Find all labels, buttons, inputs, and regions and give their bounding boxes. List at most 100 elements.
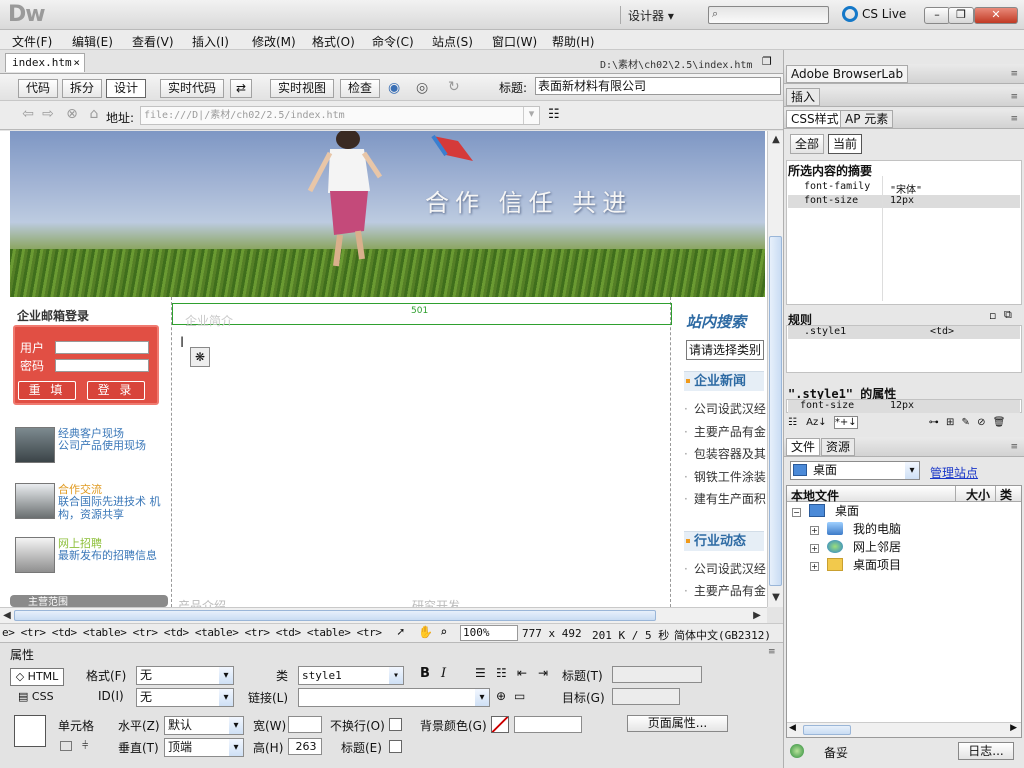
- ordered-list-icon[interactable]: ☷: [496, 666, 507, 680]
- stop-icon[interactable]: ⊗: [64, 106, 80, 122]
- promo-item[interactable]: 合作交流 联合国际先进技术 机构，资源共享: [15, 479, 167, 525]
- address-input[interactable]: file:///D|/素材/ch02/2.5/index.htm: [140, 106, 540, 125]
- css-mode-button[interactable]: ▤ CSS: [18, 690, 54, 703]
- menu-insert[interactable]: 插入(I): [192, 33, 229, 50]
- alpha-sort-icon[interactable]: Az↓: [806, 417, 826, 428]
- industry-item[interactable]: 公司设武汉经: [684, 560, 768, 577]
- location-select[interactable]: 桌面: [790, 461, 920, 480]
- bgcolor-input[interactable]: [514, 716, 582, 733]
- id-select[interactable]: 无: [136, 688, 234, 707]
- tab-all[interactable]: 全部: [790, 134, 825, 154]
- merge-cells-icon[interactable]: [60, 741, 72, 751]
- tag-selector[interactable]: e> <tr> <td> <table> <tr> <td> <table> <…: [2, 626, 387, 639]
- format-select[interactable]: 无: [136, 666, 234, 685]
- column-local-files[interactable]: 本地文件: [791, 487, 839, 504]
- globe-icon[interactable]: ◉: [388, 80, 400, 96]
- expand-icon[interactable]: +: [810, 526, 819, 535]
- tree-node[interactable]: − 桌面: [792, 503, 859, 520]
- image-placeholder-icon[interactable]: ❋: [190, 347, 210, 367]
- menu-view[interactable]: 查看(V): [132, 33, 174, 50]
- news-item[interactable]: 主要产品有金: [684, 423, 768, 440]
- menu-window[interactable]: 窗口(W): [492, 33, 537, 50]
- news-item[interactable]: 建有生产面积: [684, 490, 768, 507]
- menu-edit[interactable]: 编辑(E): [72, 33, 113, 50]
- pointer-tool-icon[interactable]: ➚: [397, 625, 404, 639]
- menu-commands[interactable]: 命令(C): [372, 33, 414, 50]
- menu-modify[interactable]: 修改(M): [252, 33, 296, 50]
- column-type[interactable]: 类型: [995, 486, 1023, 502]
- expand-icon[interactable]: +: [810, 544, 819, 553]
- connect-icon[interactable]: [790, 744, 804, 758]
- header-checkbox[interactable]: [389, 740, 402, 753]
- close-button[interactable]: ✕: [974, 7, 1018, 24]
- design-view[interactable]: 合作 信任 共进 企业邮箱登录 用户 密码 重 填 登 录 经典客户现场 公司产…: [0, 131, 768, 607]
- chevron-down-icon[interactable]: ▾: [523, 107, 539, 124]
- window-size[interactable]: 777 x 492: [522, 627, 582, 640]
- user-input[interactable]: [55, 341, 149, 354]
- help-search-input[interactable]: ⌕: [708, 6, 829, 24]
- cs-live-button[interactable]: CS Live: [842, 6, 906, 22]
- horizontal-select[interactable]: 默认: [164, 716, 244, 735]
- tab-browserlab[interactable]: Adobe BrowserLab: [786, 65, 909, 83]
- restore-button[interactable]: ❐: [948, 7, 974, 24]
- options-menu-icon[interactable]: ☷: [548, 107, 560, 122]
- tree-node[interactable]: + 我的电脑: [810, 521, 901, 538]
- height-input[interactable]: 263: [288, 738, 322, 755]
- title-input[interactable]: 表面新材料有限公司: [535, 77, 781, 95]
- promo-item[interactable]: 经典客户现场 公司产品使用现场: [15, 423, 167, 469]
- panel-menu-icon[interactable]: ≡: [1010, 92, 1018, 102]
- show-cascade-icon[interactable]: ▫: [989, 309, 996, 322]
- menu-format[interactable]: 格式(O): [312, 33, 355, 50]
- vertical-select[interactable]: 顶端: [164, 738, 244, 757]
- scroll-thumb[interactable]: [803, 725, 851, 735]
- live-code-button[interactable]: 实时代码: [160, 79, 224, 98]
- outdent-icon[interactable]: ⇤: [517, 666, 527, 680]
- indent-icon[interactable]: ⇥: [538, 666, 548, 680]
- trash-icon[interactable]: 🗑: [993, 417, 1006, 428]
- password-input[interactable]: [55, 359, 149, 372]
- nowrap-checkbox[interactable]: [389, 718, 402, 731]
- panel-menu-icon[interactable]: ≡: [1010, 69, 1018, 79]
- panel-menu-icon[interactable]: ≡: [1010, 114, 1018, 124]
- scroll-left-icon[interactable]: ◀: [789, 723, 796, 733]
- file-tree-hscrollbar[interactable]: ◀ ▶: [787, 722, 1021, 737]
- scroll-up-icon[interactable]: ▲: [769, 133, 783, 147]
- tab-insert[interactable]: 插入: [786, 88, 821, 106]
- target-select[interactable]: [612, 688, 680, 705]
- new-rule-icon[interactable]: ⊞: [946, 417, 954, 428]
- news-item[interactable]: 钢铁工件涂装: [684, 468, 768, 485]
- collapse-icon[interactable]: −: [792, 508, 801, 517]
- back-arrow-icon[interactable]: ⇦: [20, 106, 36, 122]
- visual-aids-icon[interactable]: ◎: [416, 80, 428, 96]
- scroll-right-icon[interactable]: ▶: [750, 609, 764, 623]
- category-select[interactable]: 请请选择类别: [686, 340, 764, 360]
- scroll-thumb[interactable]: [14, 610, 656, 621]
- rule-row[interactable]: .style1 <td>: [788, 326, 1020, 339]
- html-mode-button[interactable]: ◇ HTML: [10, 668, 64, 686]
- code-view-button[interactable]: 代码: [18, 79, 58, 98]
- hand-tool-icon[interactable]: ✋: [418, 625, 433, 639]
- file-manage-icon[interactable]: ⇄: [230, 79, 252, 98]
- class-select[interactable]: style1: [298, 666, 404, 685]
- inspect-button[interactable]: 检查: [340, 79, 380, 98]
- point-to-file-icon[interactable]: ⊕: [496, 689, 506, 703]
- heading-input[interactable]: [612, 666, 702, 683]
- menu-file[interactable]: 文件(F): [12, 33, 52, 50]
- panel-menu-icon[interactable]: ≡: [1010, 442, 1018, 452]
- news-item[interactable]: 包装容器及其: [684, 445, 768, 462]
- tree-node[interactable]: + 网上邻居: [810, 539, 901, 556]
- column-size[interactable]: 大小: [955, 486, 990, 502]
- tree-node[interactable]: + 桌面项目: [810, 557, 901, 574]
- log-button[interactable]: 日志...: [958, 742, 1014, 760]
- edit-rule-icon[interactable]: ✎: [962, 417, 970, 428]
- tab-files[interactable]: 文件: [786, 438, 821, 456]
- width-input[interactable]: [288, 716, 322, 733]
- restore-doc-icon[interactable]: ❐: [762, 55, 772, 68]
- vertical-scrollbar[interactable]: ▲ ▼: [767, 131, 783, 607]
- summary-row[interactable]: font-size 12px: [788, 195, 1020, 208]
- forward-arrow-icon[interactable]: ⇨: [40, 106, 56, 122]
- middle-column[interactable]: 501 企业简介 I ❋ 产品介绍 研究开发: [171, 297, 672, 607]
- promo-item[interactable]: 网上招聘 最新发布的招聘信息: [15, 533, 167, 579]
- tab-css-styles[interactable]: CSS样式: [786, 110, 844, 128]
- show-info-icon[interactable]: ⧉: [1004, 308, 1012, 322]
